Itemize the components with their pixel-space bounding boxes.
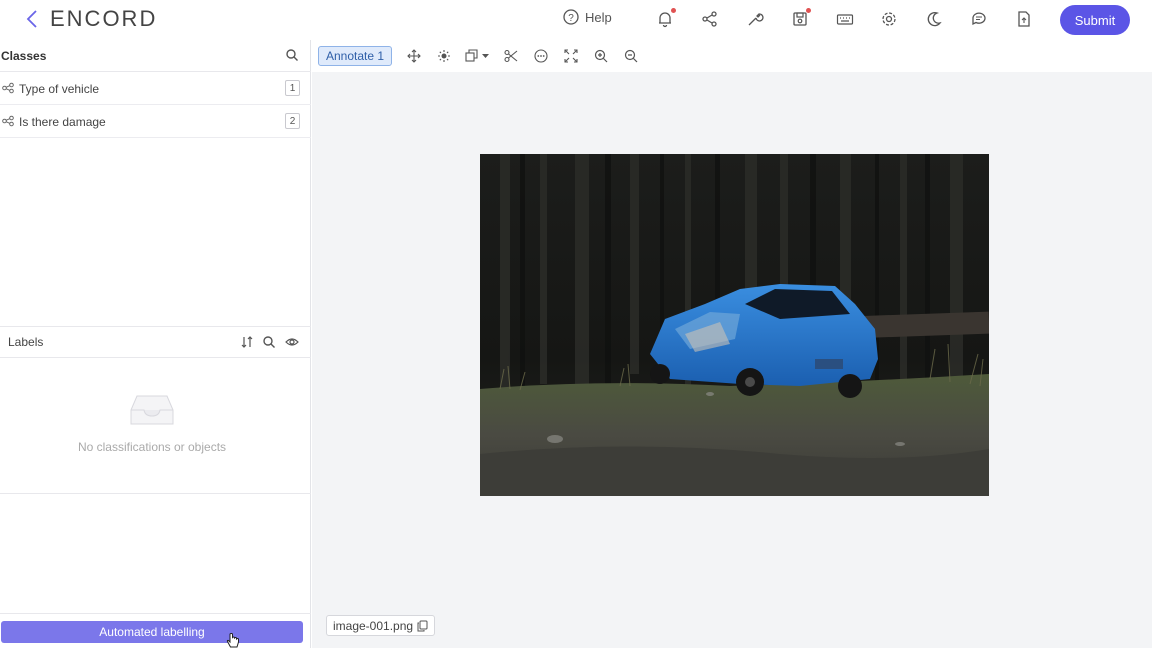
help-icon: ?	[563, 9, 579, 25]
left-panel: Classes Type of vehicle 1 Is there damag…	[0, 40, 311, 648]
classes-header: Classes	[0, 40, 311, 72]
classes-title: Classes	[1, 48, 47, 63]
moon-icon	[927, 11, 942, 27]
keyboard-shortcuts-button[interactable]	[836, 10, 854, 28]
automated-labelling-button[interactable]: Automated labelling	[1, 621, 303, 643]
sort-icon[interactable]	[240, 335, 254, 349]
gear-icon	[882, 12, 896, 26]
dark-mode-button[interactable]	[925, 10, 943, 28]
app-logo: ENCORD	[50, 6, 158, 31]
classification-icon	[2, 115, 14, 127]
hotkey-badge: 1	[285, 80, 300, 96]
keyboard-icon	[836, 14, 854, 25]
eye-icon[interactable]	[285, 335, 299, 349]
divider	[0, 493, 311, 494]
submit-button[interactable]: Submit	[1060, 5, 1130, 35]
class-label: Is there damage	[19, 115, 106, 129]
help-label: Help	[585, 9, 612, 25]
labels-header: Labels	[0, 326, 311, 358]
top-bar: ENCORD ? Help Submit	[0, 0, 1152, 40]
back-icon[interactable]	[24, 9, 40, 29]
canvas-toolbar: Annotate 1	[312, 40, 1152, 72]
brightness-icon[interactable]	[437, 49, 451, 63]
divider	[0, 613, 311, 614]
class-label: Type of vehicle	[19, 82, 100, 96]
fit-screen-icon[interactable]	[564, 49, 578, 63]
search-icon[interactable]	[262, 335, 276, 349]
zoom-out-icon[interactable]	[624, 49, 638, 63]
labels-title: Labels	[8, 335, 44, 349]
settings-button[interactable]	[880, 10, 898, 28]
file-name-tag: image-001.png	[326, 615, 436, 636]
document-button[interactable]	[1015, 10, 1033, 28]
svg-text:?: ?	[568, 13, 574, 24]
zoom-in-icon[interactable]	[594, 49, 608, 63]
copy-icon[interactable]	[417, 620, 428, 632]
notifications-button[interactable]	[656, 8, 676, 28]
help-button[interactable]: ? Help	[563, 9, 612, 25]
labels-empty-text: No classifications or objects	[77, 440, 227, 454]
hotkey-badge: 2	[285, 113, 300, 129]
share-icon	[702, 11, 717, 27]
move-icon[interactable]	[407, 49, 421, 63]
classification-icon	[2, 82, 14, 94]
image-canvas[interactable]	[480, 154, 989, 496]
annotate-mode-button[interactable]: Annotate 1	[318, 46, 393, 66]
unsaved-dot	[806, 8, 811, 13]
class-item-type-of-vehicle[interactable]: Type of vehicle 1	[0, 72, 311, 105]
hand-cursor-icon	[226, 633, 239, 648]
shape-icon[interactable]	[465, 49, 491, 63]
notification-dot	[671, 8, 676, 13]
tools-button[interactable]	[746, 10, 764, 28]
wrench-icon	[748, 13, 764, 26]
search-icon[interactable]	[285, 48, 299, 62]
class-item-is-there-damage[interactable]: Is there damage 2	[0, 105, 311, 138]
comments-button[interactable]	[970, 10, 988, 28]
file-name: image-001.png	[333, 618, 414, 633]
share-button[interactable]	[701, 10, 719, 28]
chat-icon	[972, 12, 986, 26]
more-icon[interactable]	[534, 49, 548, 63]
document-icon	[1018, 11, 1030, 27]
annotation-canvas[interactable]: Annotate 1 image-001.png	[312, 40, 1152, 648]
inbox-icon	[130, 395, 174, 425]
scissors-icon[interactable]	[504, 49, 518, 63]
save-button[interactable]	[791, 8, 811, 28]
